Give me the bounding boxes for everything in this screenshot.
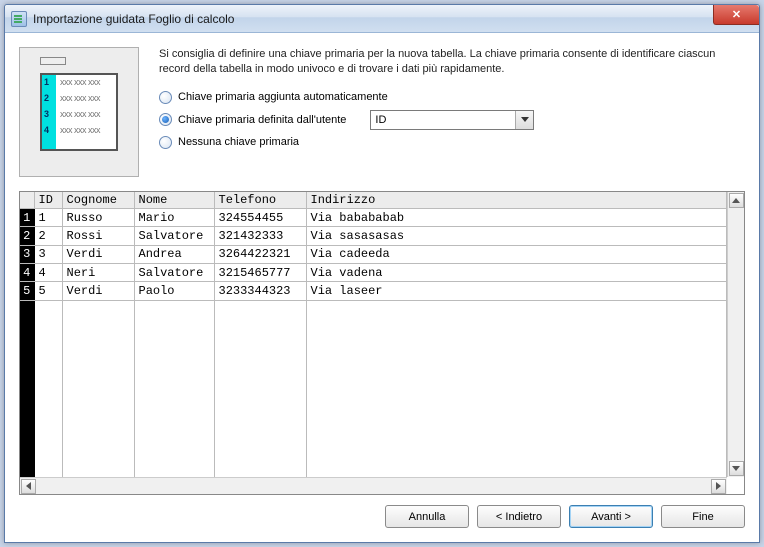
- cell-nome: Mario: [134, 209, 214, 227]
- row-number: 4: [20, 263, 34, 281]
- table-row[interactable]: 22RossiSalvatore321432333Via sasasasas: [20, 227, 727, 245]
- cell-indirizzo: Via babababab: [306, 209, 727, 227]
- app-icon: [11, 11, 27, 27]
- row-number: 1: [20, 209, 34, 227]
- row-number: 3: [20, 245, 34, 263]
- cell-nome: Paolo: [134, 282, 214, 300]
- cell-indirizzo: Via vadena: [306, 263, 727, 281]
- cell-nome: Salvatore: [134, 263, 214, 281]
- cancel-button[interactable]: Annulla: [385, 505, 469, 528]
- cell-id: 5: [34, 282, 62, 300]
- close-button[interactable]: ✕: [713, 5, 759, 25]
- scroll-up-button[interactable]: [729, 193, 744, 208]
- col-cognome[interactable]: Cognome: [62, 192, 134, 209]
- key-illustration: 1xxx xxx xxx 2xxx xxx xxx 3xxx xxx xxx 4…: [19, 47, 139, 177]
- cell-cognome: Verdi: [62, 282, 134, 300]
- cell-telefono: 324554455: [214, 209, 306, 227]
- vertical-scrollbar[interactable]: [727, 192, 744, 477]
- table-row[interactable]: 55VerdiPaolo3233344323Via laseer: [20, 282, 727, 300]
- cell-id: 4: [34, 263, 62, 281]
- intro-text: Si consiglia di definire una chiave prim…: [159, 47, 745, 77]
- primary-key-options: Chiave primaria aggiunta automaticamente…: [159, 91, 745, 149]
- cell-telefono: 3264422321: [214, 245, 306, 263]
- back-button[interactable]: < Indietro: [477, 505, 561, 528]
- cell-nome: Salvatore: [134, 227, 214, 245]
- close-icon: ✕: [732, 8, 741, 21]
- data-preview-grid: ID Cognome Nome Telefono Indirizzo 11Rus…: [19, 191, 745, 495]
- cell-cognome: Neri: [62, 263, 134, 281]
- finish-button[interactable]: Fine: [661, 505, 745, 528]
- titlebar: Importazione guidata Foglio di calcolo ✕: [5, 5, 759, 33]
- radio-icon: [159, 113, 172, 126]
- table-empty-area: [20, 300, 727, 494]
- top-area: 1xxx xxx xxx 2xxx xxx xxx 3xxx xxx xxx 4…: [19, 47, 745, 177]
- col-indirizzo[interactable]: Indirizzo: [306, 192, 727, 209]
- row-number: 2: [20, 227, 34, 245]
- option-user-defined[interactable]: Chiave primaria definita dall'utente ID: [159, 110, 745, 130]
- option-auto-label: Chiave primaria aggiunta automaticamente: [178, 91, 388, 103]
- table-header-row: ID Cognome Nome Telefono Indirizzo: [20, 192, 727, 209]
- table-row[interactable]: 11RussoMario324554455Via babababab: [20, 209, 727, 227]
- col-nome[interactable]: Nome: [134, 192, 214, 209]
- col-telefono[interactable]: Telefono: [214, 192, 306, 209]
- cell-cognome: Rossi: [62, 227, 134, 245]
- col-rownum: [20, 192, 34, 209]
- cell-id: 2: [34, 227, 62, 245]
- cell-cognome: Russo: [62, 209, 134, 227]
- data-table: ID Cognome Nome Telefono Indirizzo 11Rus…: [20, 192, 727, 494]
- combo-value: ID: [371, 114, 515, 126]
- scroll-left-button[interactable]: [21, 479, 36, 494]
- option-none[interactable]: Nessuna chiave primaria: [159, 136, 745, 149]
- horizontal-scrollbar[interactable]: [20, 477, 727, 494]
- cell-indirizzo: Via sasasasas: [306, 227, 727, 245]
- button-bar: Annulla < Indietro Avanti > Fine: [19, 495, 745, 528]
- option-none-label: Nessuna chiave primaria: [178, 136, 299, 148]
- window-title: Importazione guidata Foglio di calcolo: [33, 12, 234, 26]
- description-pane: Si consiglia di definire una chiave prim…: [159, 47, 745, 177]
- wizard-window: Importazione guidata Foglio di calcolo ✕…: [4, 4, 760, 543]
- primary-key-field-combo[interactable]: ID: [370, 110, 534, 130]
- client-area: 1xxx xxx xxx 2xxx xxx xxx 3xxx xxx xxx 4…: [5, 33, 759, 542]
- cell-id: 1: [34, 209, 62, 227]
- chevron-down-icon[interactable]: [515, 111, 533, 129]
- cell-cognome: Verdi: [62, 245, 134, 263]
- table-row[interactable]: 44NeriSalvatore3215465777Via vadena: [20, 263, 727, 281]
- cell-id: 3: [34, 245, 62, 263]
- cell-telefono: 3233344323: [214, 282, 306, 300]
- cell-nome: Andrea: [134, 245, 214, 263]
- cell-indirizzo: Via laseer: [306, 282, 727, 300]
- cell-telefono: 3215465777: [214, 263, 306, 281]
- cell-indirizzo: Via cadeeda: [306, 245, 727, 263]
- radio-icon: [159, 136, 172, 149]
- scroll-right-button[interactable]: [711, 479, 726, 494]
- option-auto[interactable]: Chiave primaria aggiunta automaticamente: [159, 91, 745, 104]
- table-row[interactable]: 33VerdiAndrea3264422321Via cadeeda: [20, 245, 727, 263]
- col-id[interactable]: ID: [34, 192, 62, 209]
- radio-icon: [159, 91, 172, 104]
- next-button[interactable]: Avanti >: [569, 505, 653, 528]
- row-number: 5: [20, 282, 34, 300]
- key-icon: [40, 57, 66, 65]
- cell-telefono: 321432333: [214, 227, 306, 245]
- scroll-down-button[interactable]: [729, 461, 744, 476]
- option-user-label: Chiave primaria definita dall'utente: [178, 114, 346, 126]
